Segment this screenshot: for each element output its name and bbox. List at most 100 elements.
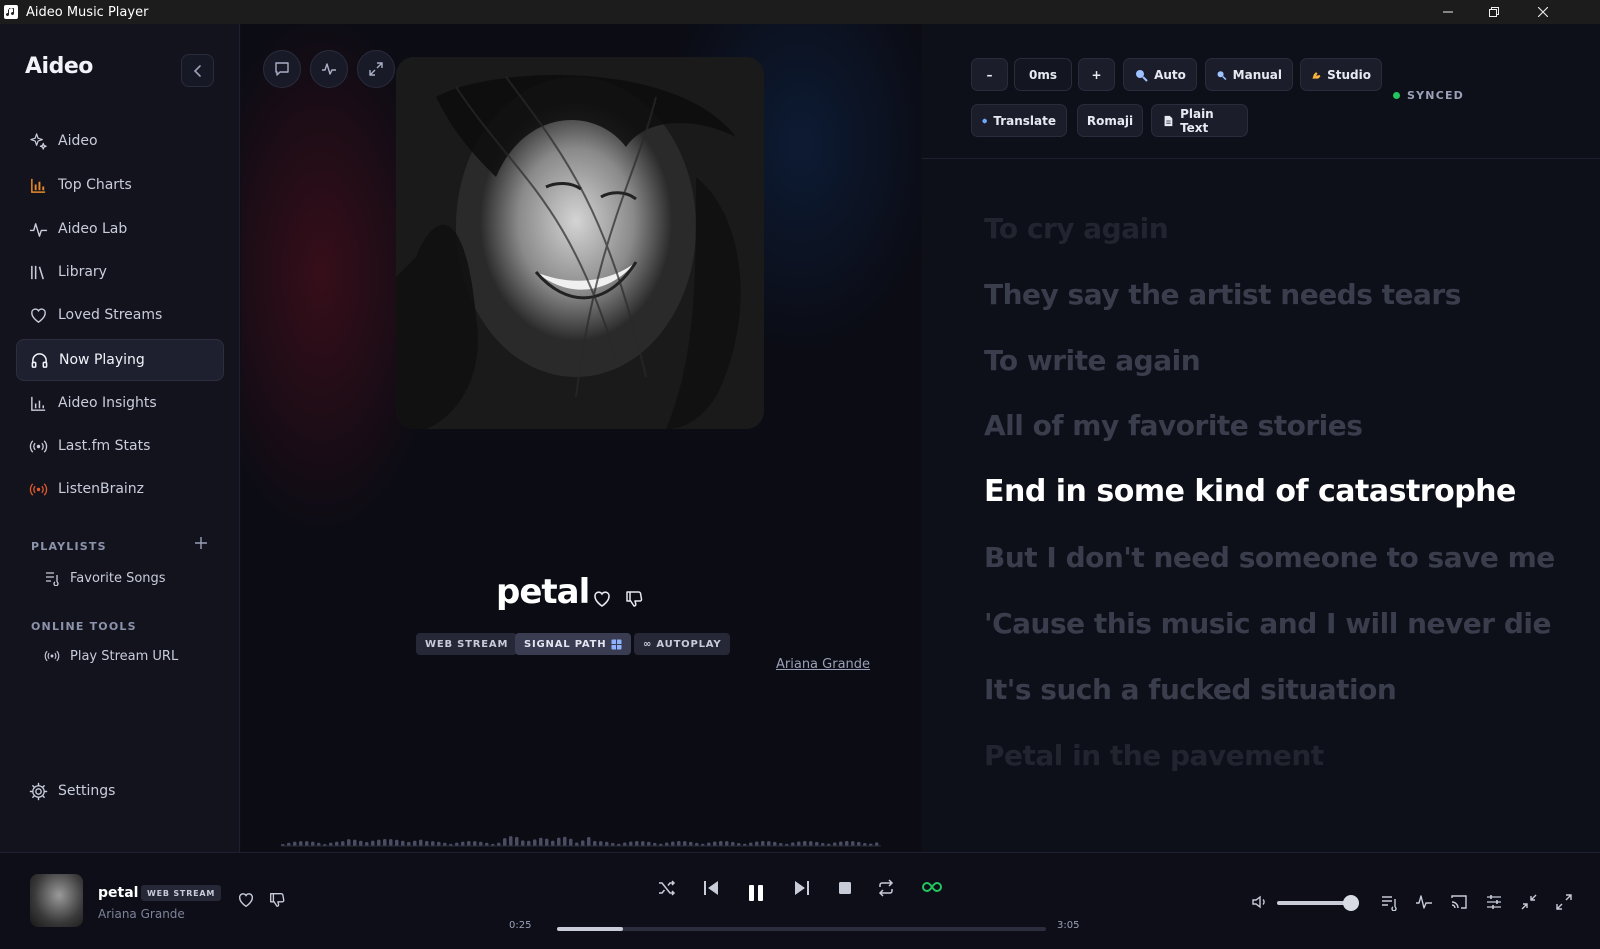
nav-item-aideo-insights[interactable]: Aideo Insights — [16, 384, 224, 422]
next-button[interactable] — [792, 878, 812, 898]
restore-button[interactable] — [1471, 0, 1517, 24]
globe-icon — [982, 118, 987, 123]
shuffle-button[interactable] — [658, 879, 676, 897]
dislike-button[interactable] — [624, 589, 644, 609]
play-stream-url-item[interactable]: Play Stream URL — [44, 648, 178, 664]
like-button[interactable] — [592, 589, 612, 609]
player-like-button[interactable] — [237, 891, 255, 909]
lyric-line[interactable]: They say the artist needs tears — [984, 278, 1461, 311]
close-icon — [1538, 7, 1548, 17]
volume-button[interactable] — [1251, 893, 1269, 911]
search-icon — [1217, 70, 1227, 80]
nav-item-aideo[interactable]: Aideo — [16, 122, 224, 160]
add-playlist-button[interactable] — [194, 536, 208, 550]
repeat-button[interactable] — [877, 879, 895, 897]
player-dislike-button[interactable] — [268, 891, 286, 909]
lyric-line[interactable]: It's such a fucked situation — [984, 673, 1397, 706]
lyric-line[interactable]: To write again — [984, 344, 1201, 377]
stop-button[interactable] — [838, 881, 852, 895]
waveform-bar — [809, 841, 813, 846]
manual-search-button[interactable]: Manual — [1205, 58, 1293, 91]
lyric-line[interactable]: Petal in the pavement — [984, 739, 1324, 772]
progress-bar[interactable] — [557, 927, 1046, 931]
title-bar: Aideo Music Player — [0, 0, 1600, 24]
playlist-item-favorite-songs[interactable]: Favorite Songs — [44, 570, 166, 586]
lyric-line[interactable]: 'Cause this music and I will never die — [984, 607, 1551, 640]
close-button[interactable] — [1520, 0, 1566, 24]
sparkle-icon — [30, 132, 47, 150]
studio-button[interactable]: Studio — [1300, 58, 1382, 91]
nav-item-aideo-lab[interactable]: Aideo Lab — [16, 210, 224, 248]
autoplay-infinity-button[interactable] — [922, 880, 942, 894]
waveform-bar — [413, 840, 417, 846]
minimize-icon — [1443, 11, 1453, 13]
mini-player-button[interactable] — [1520, 893, 1538, 911]
lyrics-toggle-button[interactable] — [263, 50, 301, 88]
waveform-bar — [509, 836, 513, 846]
expand-button[interactable] — [357, 50, 395, 88]
auto-search-button[interactable]: Auto — [1123, 58, 1197, 91]
offset-increase-button[interactable]: + — [1078, 58, 1115, 91]
waveform-bar — [395, 839, 399, 846]
waveform-bar — [773, 841, 777, 846]
fullscreen-button[interactable] — [1555, 893, 1573, 911]
waveform-bar — [545, 838, 549, 846]
pause-button[interactable] — [745, 882, 767, 904]
nav-item-settings[interactable]: Settings — [16, 772, 224, 810]
elapsed-time: 0:25 — [509, 920, 532, 931]
offset-decrease-button[interactable]: – — [971, 58, 1008, 91]
waveform-bar — [791, 842, 795, 846]
player-artist[interactable]: Ariana Grande — [98, 907, 185, 921]
waveform-bar — [857, 841, 861, 846]
lyric-line-current[interactable]: End in some kind of catastrophe — [984, 474, 1516, 509]
waveform-bar — [437, 841, 441, 846]
cast-button[interactable] — [1450, 893, 1468, 911]
romaji-button[interactable]: Romaji — [1077, 104, 1143, 137]
equalizer-pulse-button[interactable] — [1415, 893, 1433, 911]
nav-item-lastfm-stats[interactable]: Last.fm Stats — [16, 427, 224, 465]
nav-item-top-charts[interactable]: Top Charts — [16, 166, 224, 204]
tool-label: Play Stream URL — [70, 648, 179, 664]
nav-item-now-playing[interactable]: Now Playing — [16, 339, 224, 381]
waveform-bar — [761, 841, 765, 846]
pulse-icon — [29, 222, 48, 237]
queue-button[interactable] — [1380, 893, 1398, 911]
player-title: petal — [98, 885, 139, 901]
waveform-bar — [353, 839, 357, 846]
signal-path-tag[interactable]: SIGNAL PATH — [515, 633, 632, 655]
waveform-bar — [569, 838, 573, 846]
nav-item-listenbrainz[interactable]: ListenBrainz — [16, 470, 224, 508]
sidebar: Aideo Aideo Top Charts Aideo Lab Library… — [0, 24, 240, 852]
mini-album-art[interactable] — [30, 874, 83, 927]
equalizer-button[interactable] — [1485, 893, 1503, 911]
brand-logo: Aideo — [25, 54, 93, 79]
lyrics-toolbar: – 0ms + Auto Manual Studio SYNCED Transl… — [922, 24, 1600, 159]
previous-button[interactable] — [701, 878, 721, 898]
signal-path-label: SIGNAL PATH — [524, 638, 607, 650]
collapse-sidebar-button[interactable] — [181, 54, 214, 87]
lyric-line[interactable]: But I don't need someone to save me — [984, 541, 1555, 574]
waveform-bar — [521, 840, 525, 846]
translate-button[interactable]: Translate — [971, 104, 1067, 137]
waveform-bar — [815, 841, 819, 846]
autoplay-tag[interactable]: ∞ AUTOPLAY — [634, 633, 731, 655]
nav-item-library[interactable]: Library — [16, 253, 224, 291]
plain-text-label: Plain Text — [1180, 106, 1214, 135]
waveform-bar — [533, 839, 537, 846]
app-icon — [4, 5, 18, 19]
plain-text-button[interactable]: Plain Text — [1151, 104, 1248, 137]
lyric-line[interactable]: All of my favorite stories — [984, 409, 1363, 442]
visualizer-button[interactable] — [310, 50, 348, 88]
nav-item-loved-streams[interactable]: Loved Streams — [16, 296, 224, 334]
nav-label: Settings — [58, 783, 116, 799]
online-tools-heading: ONLINE TOOLS — [31, 620, 137, 633]
lyric-line[interactable]: To cry again — [984, 212, 1169, 245]
waveform-bar — [515, 836, 519, 846]
waveform-bar — [371, 840, 375, 846]
heart-icon — [31, 307, 46, 323]
artist-link[interactable]: Ariana Grande — [776, 657, 870, 672]
broadcast-icon — [44, 650, 60, 662]
volume-slider-handle[interactable] — [1343, 895, 1359, 911]
minimize-button[interactable] — [1425, 0, 1471, 24]
nav-label: Aideo Insights — [58, 395, 157, 411]
